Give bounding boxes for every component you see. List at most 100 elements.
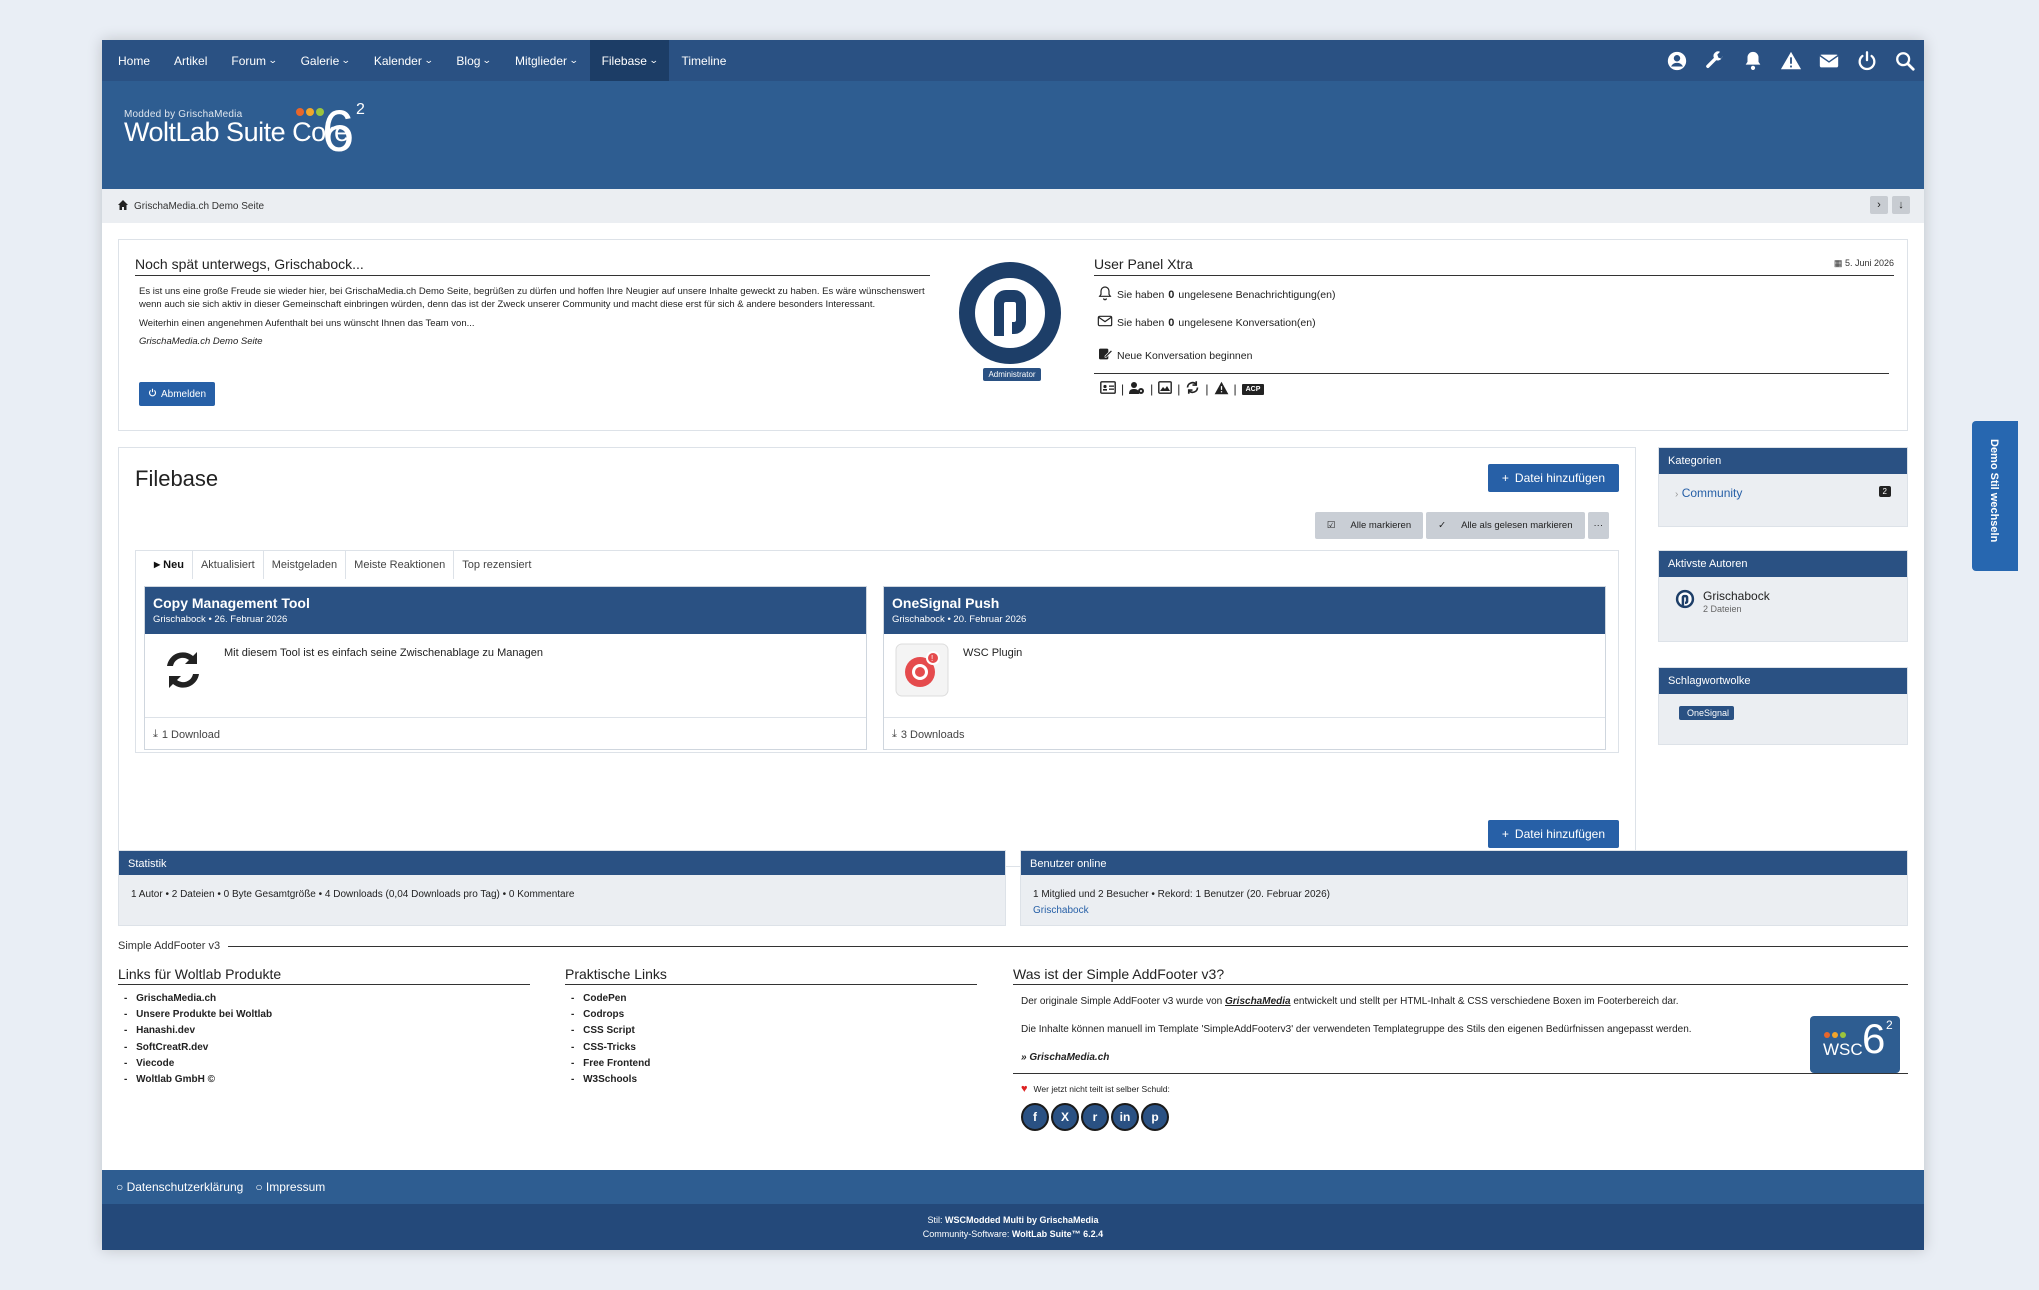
download-icon: ⤓	[892, 728, 897, 740]
nav-timeline[interactable]: Timeline	[669, 40, 738, 81]
tab-top-rezensiert[interactable]: Top rezensiert	[454, 551, 539, 579]
avatar[interactable]	[1675, 589, 1695, 615]
footer-link[interactable]: CSS-Tricks	[571, 1040, 977, 1056]
file-card[interactable]: OneSignal Push Grischabock • 20. Februar…	[883, 586, 1606, 750]
linkedin-icon[interactable]: in	[1111, 1103, 1139, 1131]
footer-link[interactable]: W3Schools	[571, 1072, 977, 1088]
avatar[interactable]	[959, 262, 1061, 364]
tab-meistgeladen[interactable]: Meistgeladen	[264, 550, 347, 579]
reddit-icon[interactable]: r	[1081, 1103, 1109, 1131]
tag-onesignal[interactable]: OneSignal	[1679, 706, 1735, 720]
pinterest-icon[interactable]: p	[1141, 1103, 1169, 1131]
footer-link[interactable]: Woltlab GmbH ©	[124, 1072, 530, 1088]
conversation-row[interactable]: Sie haben 0 ungelesene Konversation(en)	[1094, 313, 1894, 332]
svg-text:!: !	[931, 654, 933, 663]
nav-artikel[interactable]: Artikel	[162, 40, 219, 81]
facebook-icon[interactable]: f	[1021, 1103, 1049, 1131]
welcome-paragraph: Es ist uns eine große Freude sie wieder …	[139, 286, 925, 310]
footer-column-about: Was ist der Simple AddFooter v3? Der ori…	[1013, 966, 1908, 1131]
new-conversation-link[interactable]: Neue Konversation beginnen	[1094, 346, 1894, 365]
author-name[interactable]: Grischabock	[1703, 589, 1770, 603]
x-icon[interactable]: X	[1051, 1103, 1079, 1131]
image-icon[interactable]	[1158, 381, 1173, 397]
nav-mitglieder[interactable]: Mitglieder ⌄	[503, 40, 590, 81]
demo-style-switcher[interactable]: Demo Stil wechseln	[1972, 421, 2018, 571]
notification-row[interactable]: Sie haben 0 ungelesene Benachrichtigung(en…	[1094, 285, 1894, 304]
chevron-right-icon[interactable]: ›	[1870, 196, 1888, 214]
site-logo[interactable]: Modded by GrischaMedia WoltLab Suite Cor…	[124, 101, 365, 161]
role-badge: Administrator	[983, 368, 1041, 381]
file-card[interactable]: Copy Management Tool Grischabock • 26. F…	[144, 586, 867, 750]
nav-kalender[interactable]: Kalender ⌄	[362, 40, 445, 81]
power-icon[interactable]	[1856, 50, 1878, 72]
bell-icon[interactable]	[1742, 50, 1764, 72]
envelope-icon[interactable]	[1818, 50, 1840, 72]
file-title[interactable]: Copy Management Tool	[153, 595, 858, 611]
footer-link[interactable]: Codrops	[571, 1007, 977, 1023]
page-container: Home Artikel Forum ⌄ Galerie ⌄ Kalender ⌄ B…	[102, 40, 1924, 1250]
chevron-down-icon: ⌄	[267, 55, 278, 65]
chevron-down-icon: ⌄	[341, 55, 351, 65]
warning-icon[interactable]	[1214, 381, 1229, 398]
mark-read-button[interactable]: ✓ Alle als gelesen markieren	[1426, 512, 1585, 539]
tab-meiste-reaktionen[interactable]: Meiste Reaktionen	[346, 550, 455, 579]
logout-button[interactable]: Abmelden	[139, 382, 216, 406]
tab-neu[interactable]: ▶ Neu	[146, 550, 193, 579]
circle-icon: ○	[255, 1180, 263, 1194]
nav-galerie[interactable]: Galerie ⌄	[289, 40, 362, 81]
tab-aktualisiert[interactable]: Aktualisiert	[193, 550, 264, 579]
nav-home[interactable]: Home	[106, 40, 162, 81]
breadcrumb-home-link[interactable]: GrischaMedia.ch Demo Seite	[134, 201, 264, 212]
acp-button[interactable]: ACP	[1241, 383, 1265, 395]
file-title[interactable]: OneSignal Push	[892, 595, 1597, 611]
user-icon[interactable]	[1666, 50, 1688, 72]
style-link[interactable]: WSCModded Multi by GrischaMedia	[945, 1215, 1099, 1225]
category-link[interactable]: › Community	[1675, 486, 1742, 500]
footer-nav: ○ Datenschutzerklärung ○ Impressum	[102, 1170, 1924, 1204]
divider	[1013, 1073, 1908, 1074]
home-icon	[118, 199, 128, 213]
welcome-text: Es ist uns eine große Freude sie wieder …	[135, 286, 930, 349]
user-panel-title: User Panel Xtra ▦ 5. Juni 2026	[1094, 256, 1894, 276]
id-card-icon[interactable]	[1100, 381, 1116, 397]
footer-column-practical: Praktische Links CodePen Codrops CSS Scr…	[565, 966, 977, 1088]
circle-icon: ○	[116, 1180, 124, 1194]
user-cog-icon[interactable]	[1129, 381, 1145, 398]
footer-link[interactable]: CSS Script	[571, 1023, 977, 1039]
warning-icon[interactable]	[1780, 50, 1802, 72]
sidebar-heading: Aktivste Autoren	[1659, 551, 1907, 577]
imprint-link[interactable]: ○ Impressum	[255, 1180, 325, 1194]
file-tabs: ▶ Neu Aktualisiert Meistgeladen Meiste Re…	[135, 550, 1619, 579]
sync-icon[interactable]	[1185, 380, 1200, 398]
about-text: Die Inhalte können manuell im Template '…	[1021, 1024, 1692, 1035]
add-file-button[interactable]: + Datei hinzufügen	[1487, 464, 1619, 492]
footer-link[interactable]: SoftCreatR.dev	[124, 1040, 530, 1056]
envelope-outline-icon	[1097, 313, 1113, 332]
arrow-down-icon[interactable]: ↓	[1892, 196, 1910, 214]
footer-link[interactable]: GrischaMedia.ch	[124, 991, 530, 1007]
footer-link[interactable]: Viecode	[124, 1056, 530, 1072]
wrench-icon[interactable]	[1704, 50, 1726, 72]
more-options-button[interactable]: ···	[1587, 512, 1609, 539]
footer-link[interactable]: Hanashi.dev	[124, 1023, 530, 1039]
footer-link[interactable]: Unsere Produkte bei Woltlab	[124, 1007, 530, 1023]
about-text: Der originale Simple AddFooter v3 wurde …	[1021, 996, 1679, 1007]
software-link[interactable]: WoltLab Suite™ 6.2.4	[1012, 1229, 1103, 1239]
add-file-button-bottom[interactable]: + Datei hinzufügen	[1487, 820, 1619, 848]
filebase-box: Filebase + Datei hinzufügen ☑ Alle markier…	[118, 447, 1636, 867]
caret-right-icon: ▶	[154, 560, 161, 569]
online-user-link[interactable]: Grischabock	[1033, 905, 1089, 916]
search-icon[interactable]	[1894, 50, 1916, 72]
nav-blog[interactable]: Blog ⌄	[444, 40, 503, 81]
statistics-text: 1 Autor • 2 Dateien • 0 Byte Gesamtgröße…	[131, 889, 575, 900]
footer-link[interactable]: Free Frontend	[571, 1056, 977, 1072]
nav-forum[interactable]: Forum ⌄	[219, 40, 288, 81]
about-link[interactable]: » GrischaMedia.ch	[1021, 1052, 1109, 1063]
privacy-link[interactable]: ○ Datenschutzerklärung	[116, 1180, 243, 1194]
logo-version-sup: 2	[356, 101, 365, 118]
footer-link-list: GrischaMedia.ch Unsere Produkte bei Wolt…	[118, 991, 530, 1088]
sidebar-heading: Schlagwortwolke	[1659, 668, 1907, 694]
mark-all-button[interactable]: ☑ Alle markieren	[1314, 512, 1424, 539]
nav-filebase[interactable]: Filebase ⌄	[589, 40, 670, 81]
footer-link[interactable]: CodePen	[571, 991, 977, 1007]
